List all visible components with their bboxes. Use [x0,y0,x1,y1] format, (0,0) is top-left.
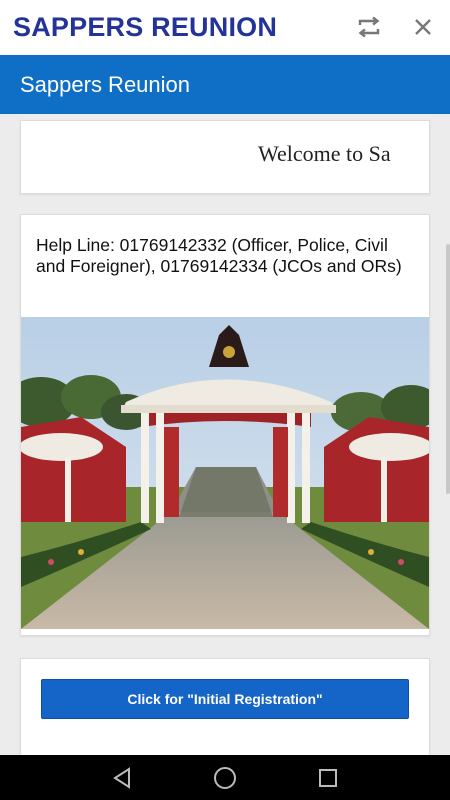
app-bar-title: Sappers Reunion [20,71,191,97]
system-navbar [0,755,450,800]
close-icon[interactable] [408,12,438,42]
scrollbar[interactable] [446,244,450,494]
top-header: SAPPERS REUNION [0,0,450,55]
registration-card: Click for "Initial Registration" [20,658,430,755]
back-icon[interactable] [108,764,136,792]
gate-photo [21,317,429,629]
welcome-marquee: Welcome to Sa [258,141,391,166]
app-bar: Sappers Reunion [0,55,450,114]
marquee-container: Welcome to Sa [21,121,409,193]
welcome-card: Welcome to Sa [20,120,430,194]
home-icon[interactable] [211,764,239,792]
refresh-icon[interactable] [354,12,384,42]
header-title: SAPPERS REUNION [13,12,278,42]
main-content[interactable]: Welcome to Sa Help Line: 01769142332 (Of… [0,114,450,755]
initial-registration-button[interactable]: Click for "Initial Registration" [41,679,409,719]
helpline-text: Help Line: 01769142332 (Officer, Police,… [36,235,402,276]
recents-icon[interactable] [314,764,342,792]
info-card: Help Line: 01769142332 (Officer, Police,… [20,214,430,636]
